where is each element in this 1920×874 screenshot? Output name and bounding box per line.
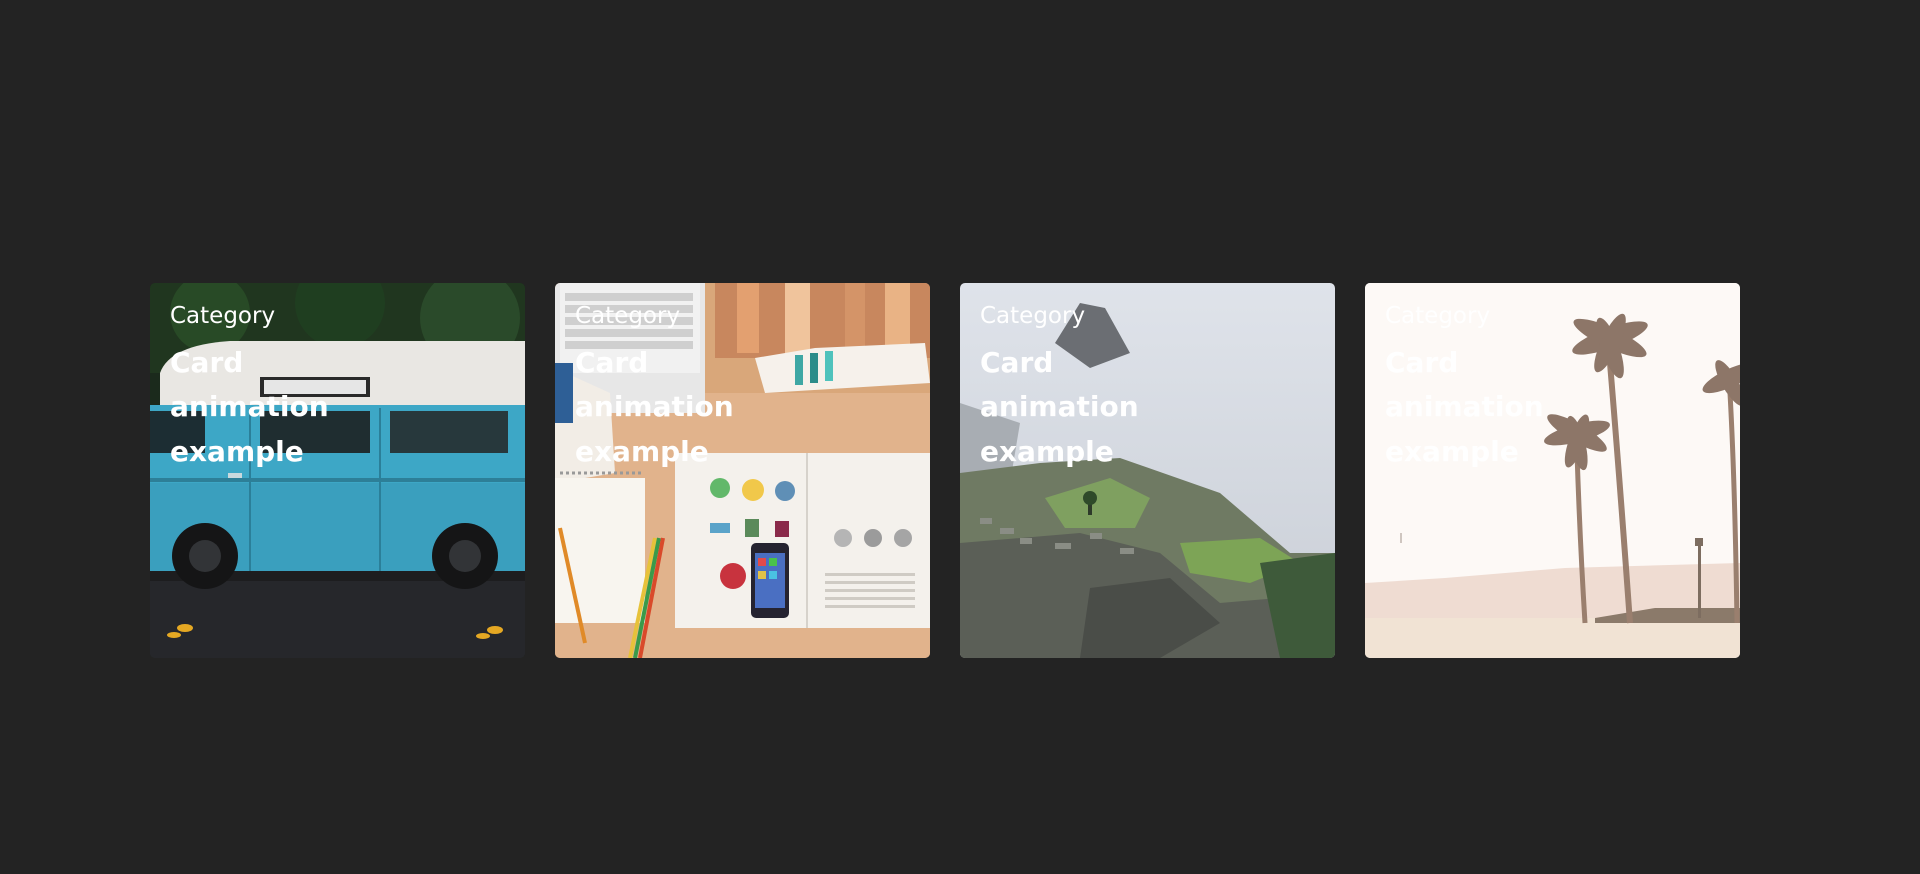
card-category: Category — [170, 303, 276, 329]
card-text: Category Card animation example — [170, 303, 505, 475]
card-mountain[interactable]: Category Card animation example — [960, 283, 1335, 658]
card-title: Card animation example — [1385, 345, 1544, 469]
card-list: Category Card animation example Category… — [150, 283, 1740, 658]
card-desk[interactable]: Category Card animation example — [555, 283, 930, 658]
card-title: Card animation example — [575, 345, 734, 469]
card-title: Card animation example — [980, 345, 1139, 469]
card-title: Card animation example — [170, 345, 329, 469]
card-category: Category — [1385, 303, 1491, 329]
card-van[interactable]: Category Card animation example — [150, 283, 525, 658]
card-category: Category — [575, 303, 681, 329]
card-text: Category Card animation example — [1385, 303, 1720, 475]
card-category: Category — [980, 303, 1086, 329]
card-beach[interactable]: Category Card animation example — [1365, 283, 1740, 658]
card-text: Category Card animation example — [575, 303, 910, 475]
card-text: Category Card animation example — [980, 303, 1315, 475]
